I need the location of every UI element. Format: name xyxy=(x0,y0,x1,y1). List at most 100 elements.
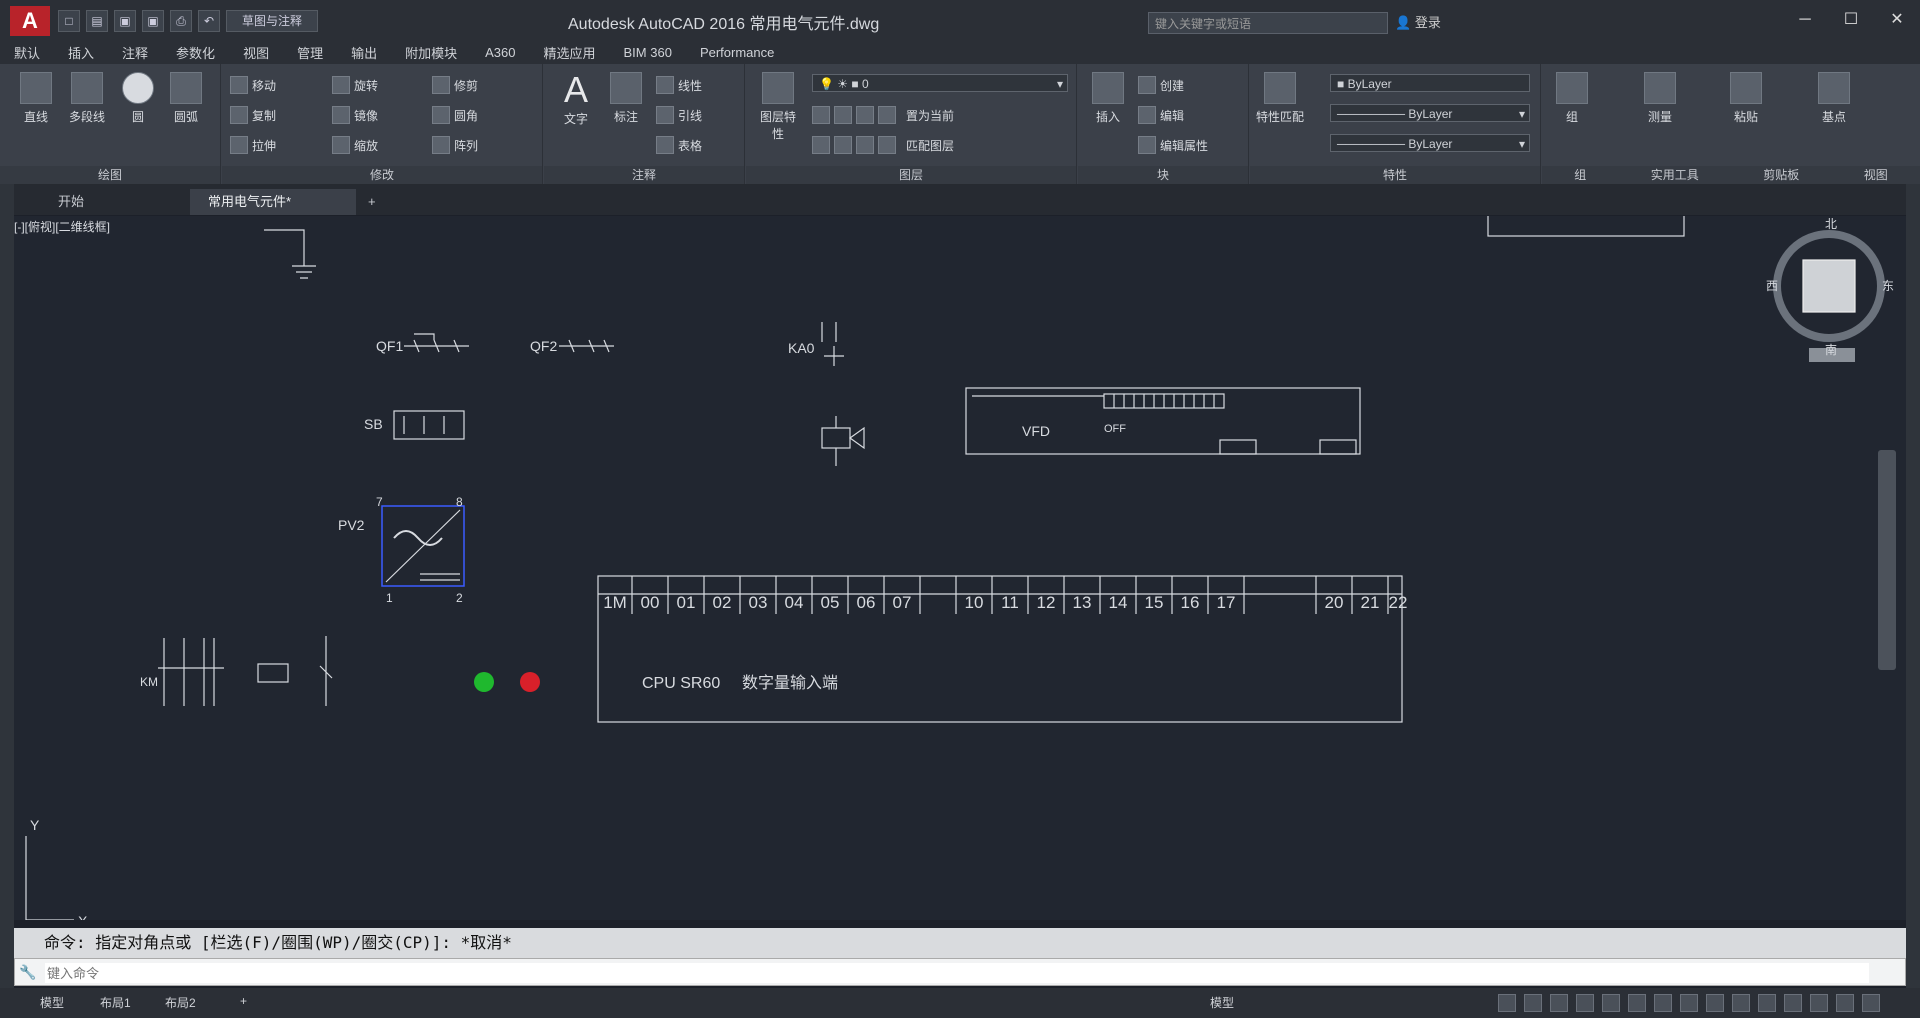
clean-screen-icon[interactable] xyxy=(1836,994,1854,1012)
selection-cycling-icon[interactable] xyxy=(1706,994,1724,1012)
model-space-button[interactable]: 模型 xyxy=(1210,994,1234,1011)
text-tool[interactable]: A 文字 xyxy=(554,70,598,127)
layer-off-icon[interactable] xyxy=(812,106,830,124)
viewcube-south[interactable]: 南 xyxy=(1825,342,1837,357)
set-current-label[interactable]: 置为当前 xyxy=(906,107,954,124)
transparency-icon[interactable] xyxy=(1680,994,1698,1012)
tab-parametric[interactable]: 参数化 xyxy=(162,43,229,62)
layer-unlock-icon[interactable] xyxy=(878,136,896,154)
measure-tool[interactable]: 测量 xyxy=(1638,72,1682,125)
user-login[interactable]: 👤 登录 xyxy=(1395,12,1515,34)
tab-manage[interactable]: 管理 xyxy=(283,43,337,62)
lineweight-icon[interactable] xyxy=(1654,994,1672,1012)
annotation-panel-title[interactable]: 注释 xyxy=(544,166,744,184)
create-block-tool[interactable]: 创建 xyxy=(1138,76,1184,94)
tab-annotate[interactable]: 注释 xyxy=(108,43,162,62)
tab-drawing[interactable]: 常用电气元件* xyxy=(190,189,356,215)
ortho-icon[interactable] xyxy=(1550,994,1568,1012)
tab-featured-apps[interactable]: 精选应用 xyxy=(530,43,610,62)
stretch-tool[interactable]: 拉伸 xyxy=(230,136,276,154)
dimension-tool[interactable]: 标注 xyxy=(604,72,648,125)
minimize-icon[interactable]: ─ xyxy=(1782,0,1828,40)
layer-freeze-icon[interactable] xyxy=(856,106,874,124)
view-panel-title[interactable]: 视图 xyxy=(1864,166,1888,184)
layer-unisolate-icon[interactable] xyxy=(834,136,852,154)
viewcube-east[interactable]: 东 xyxy=(1882,279,1894,293)
tab-layout2[interactable]: 布局2 xyxy=(165,994,196,1011)
tab-start[interactable]: 开始 xyxy=(40,189,102,215)
vertical-scrollbar[interactable] xyxy=(1878,450,1896,670)
linear-tool[interactable]: 线性 xyxy=(656,76,702,94)
maximize-icon[interactable]: ☐ xyxy=(1828,0,1874,40)
scale-tool[interactable]: 缩放 xyxy=(332,136,378,154)
circle-tool[interactable]: 圆 xyxy=(116,72,160,125)
layer-properties-tool[interactable]: 图层特性 xyxy=(756,72,800,142)
tab-insert[interactable]: 插入 xyxy=(54,43,108,62)
color-select[interactable]: ■ ByLayer xyxy=(1330,74,1530,92)
tab-addins[interactable]: 附加模块 xyxy=(391,43,471,62)
command-input[interactable] xyxy=(45,963,1869,983)
draw-panel-title[interactable]: 绘图 xyxy=(0,166,220,184)
tab-view[interactable]: 视图 xyxy=(229,43,283,62)
layers-panel-title[interactable]: 图层 xyxy=(746,166,1076,184)
tab-layout1[interactable]: 布局1 xyxy=(100,994,131,1011)
paste-tool[interactable]: 粘贴 xyxy=(1724,72,1768,125)
properties-panel-title[interactable]: 特性 xyxy=(1250,166,1540,184)
leader-tool[interactable]: 引线 xyxy=(656,106,702,124)
edit-block-tool[interactable]: 编辑 xyxy=(1138,106,1184,124)
table-tool[interactable]: 表格 xyxy=(656,136,702,154)
layer-isolate-icon[interactable] xyxy=(834,106,852,124)
clipboard-panel-title[interactable]: 剪贴板 xyxy=(1763,166,1799,184)
new-tab-icon[interactable]: + xyxy=(350,189,394,215)
tab-default[interactable]: 默认 xyxy=(0,43,54,62)
polar-icon[interactable] xyxy=(1576,994,1594,1012)
fillet-tool[interactable]: 圆角 xyxy=(432,106,478,124)
linetype-select[interactable]: ──────── ByLayer ▾ xyxy=(1330,104,1530,122)
viewcube-west[interactable]: 西 xyxy=(1766,279,1778,293)
grid-icon[interactable] xyxy=(1498,994,1516,1012)
search-input[interactable]: 键入关键字或短语 xyxy=(1148,12,1388,34)
open-file-icon[interactable]: ▤ xyxy=(86,10,108,32)
viewcube-face[interactable] xyxy=(1802,259,1856,313)
customize-menu-icon[interactable] xyxy=(1862,994,1880,1012)
layer-lock-icon[interactable] xyxy=(878,106,896,124)
undo-icon[interactable]: ↶ xyxy=(198,10,220,32)
new-file-icon[interactable]: □ xyxy=(58,10,80,32)
groups-panel-title[interactable]: 组 xyxy=(1574,166,1586,184)
mirror-tool[interactable]: 镜像 xyxy=(332,106,378,124)
match-layer-label[interactable]: 匹配图层 xyxy=(906,137,954,154)
drawing-canvas[interactable]: [-][俯视][二维线框] QF1 QF2 KA0 SB PV2 7 8 1 2… xyxy=(14,216,1906,920)
base-tool[interactable]: 基点 xyxy=(1812,72,1856,125)
match-properties-tool[interactable]: 特性匹配 xyxy=(1256,72,1304,125)
save-as-icon[interactable]: ▣ xyxy=(142,10,164,32)
workspace-gear-icon[interactable] xyxy=(1758,994,1776,1012)
rotate-tool[interactable]: 旋转 xyxy=(332,76,378,94)
isolate-objects-icon[interactable] xyxy=(1784,994,1802,1012)
snap-icon[interactable] xyxy=(1524,994,1542,1012)
line-tool[interactable]: 直线 xyxy=(14,72,58,125)
otrack-icon[interactable] xyxy=(1628,994,1646,1012)
trim-tool[interactable]: 修剪 xyxy=(432,76,478,94)
array-tool[interactable]: 阵列 xyxy=(432,136,478,154)
insert-tool[interactable]: 插入 xyxy=(1084,72,1132,125)
arc-tool[interactable]: 圆弧 xyxy=(164,72,208,125)
tab-a360[interactable]: A360 xyxy=(471,45,529,60)
tab-output[interactable]: 输出 xyxy=(337,43,391,62)
wrench-icon[interactable]: 🔧 xyxy=(19,964,36,981)
utilities-panel-title[interactable]: 实用工具 xyxy=(1651,166,1699,184)
copy-tool[interactable]: 复制 xyxy=(230,106,276,124)
annotation-scale-icon[interactable] xyxy=(1732,994,1750,1012)
close-icon[interactable]: ✕ xyxy=(1874,0,1920,40)
plot-icon[interactable]: ⎙ xyxy=(170,10,192,32)
layer-walk-icon[interactable] xyxy=(812,136,830,154)
tab-performance[interactable]: Performance xyxy=(686,45,788,60)
add-layout-icon[interactable]: + xyxy=(240,994,247,1008)
osnap-icon[interactable] xyxy=(1602,994,1620,1012)
block-panel-title[interactable]: 块 xyxy=(1078,166,1248,184)
layer-select[interactable]: 💡 ☀ ■ 0 ▾ xyxy=(812,74,1068,92)
move-tool[interactable]: 移动 xyxy=(230,76,276,94)
hardware-acceleration-icon[interactable] xyxy=(1810,994,1828,1012)
group-tool[interactable]: 组 xyxy=(1550,72,1594,125)
polyline-tool[interactable]: 多段线 xyxy=(62,72,112,125)
workspace-select[interactable]: 草图与注释 xyxy=(226,10,318,32)
